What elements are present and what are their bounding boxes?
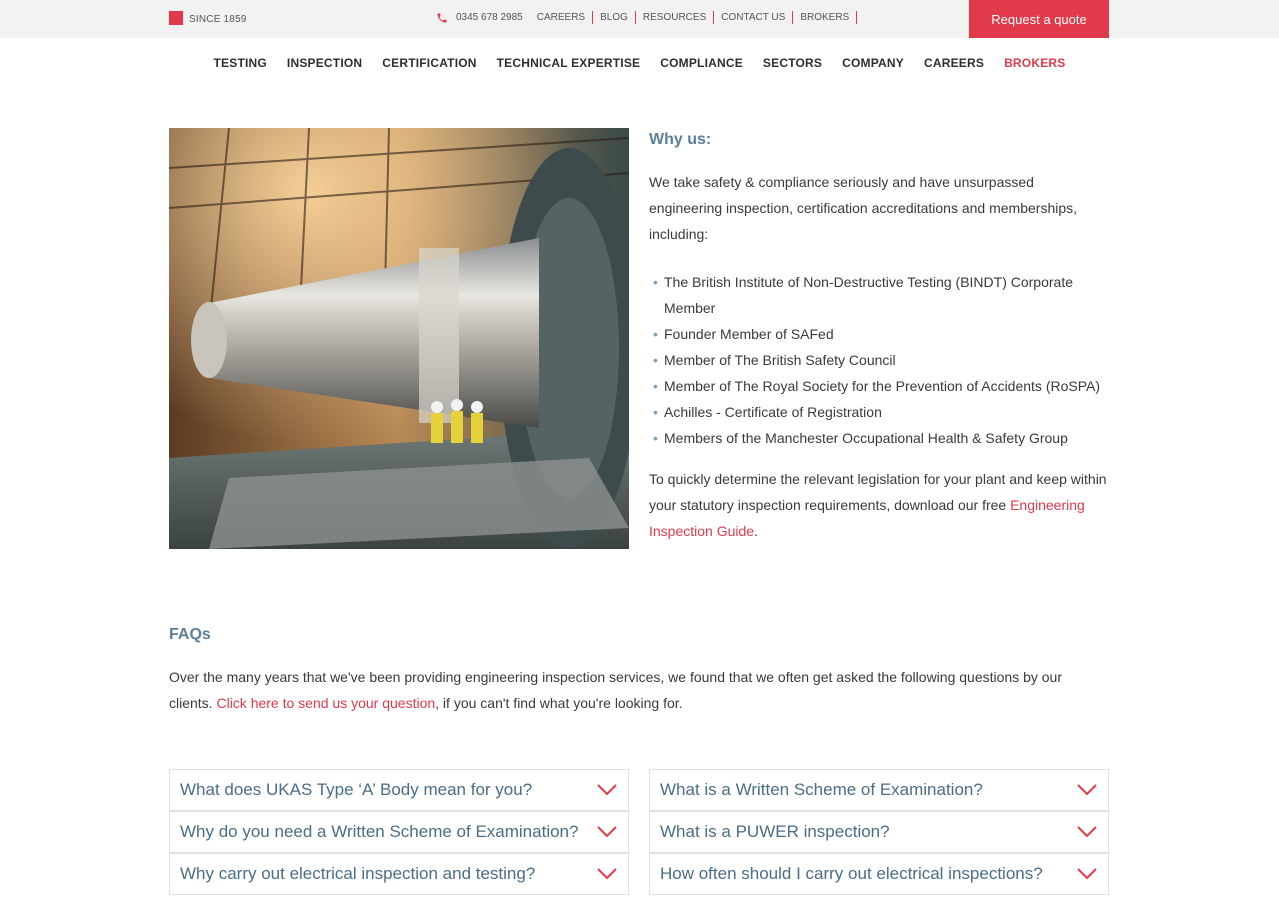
- request-quote-button[interactable]: Request a quote: [969, 0, 1109, 38]
- faq-question: What does UKAS Type ‘A’ Body mean for yo…: [180, 780, 533, 799]
- why-us-heading: Why us:: [649, 131, 712, 148]
- phone-link[interactable]: 0345 678 2985: [436, 12, 523, 24]
- faq-item-why-written-scheme[interactable]: Why do you need a Written Scheme of Exam…: [169, 811, 629, 853]
- send-question-link[interactable]: Click here to send us your question: [216, 695, 435, 711]
- faq-question: What is a PUWER inspection?: [660, 822, 890, 841]
- faq-question: How often should I carry out electrical …: [660, 864, 1043, 883]
- nav-item-company[interactable]: COMPANY: [842, 56, 904, 70]
- why-us-intro: We take safety & compliance seriously an…: [649, 174, 1078, 242]
- main-nav: TESTING INSPECTION CERTIFICATION TECHNIC…: [0, 56, 1279, 70]
- faq-item-electrical-frequency[interactable]: How often should I carry out electrical …: [649, 853, 1109, 895]
- top-utility-bar: SINCE 1859 0345 678 2985 CAREERS BLOG RE…: [0, 0, 1279, 38]
- memberships-list: The British Institute of Non-Destructive…: [649, 269, 1109, 451]
- util-link-contact-us[interactable]: CONTACT US: [714, 11, 794, 24]
- nav-item-sectors[interactable]: SECTORS: [763, 56, 822, 70]
- utility-links: 0345 678 2985 CAREERS BLOG RESOURCES CON…: [436, 11, 858, 24]
- faqs-heading: FAQs: [169, 626, 211, 643]
- faq-item-puwer[interactable]: What is a PUWER inspection?: [649, 811, 1109, 853]
- chevron-down-icon: [597, 826, 617, 838]
- nav-item-testing[interactable]: TESTING: [214, 56, 267, 70]
- faq-question: What is a Written Scheme of Examination?: [660, 780, 983, 799]
- list-item: Founder Member of SAFed: [649, 321, 1109, 347]
- why-us-section: Why us: We take safety & compliance seri…: [649, 128, 1109, 544]
- faq-question: Why carry out electrical inspection and …: [180, 864, 536, 883]
- faqs-section: FAQs Over the many years that we've been…: [169, 626, 1109, 716]
- brand-logo[interactable]: SINCE 1859: [169, 10, 247, 25]
- why-us-outro-end: .: [754, 523, 758, 539]
- phone-icon: [437, 13, 447, 22]
- hero-image: [169, 128, 629, 549]
- brand-since: SINCE 1859: [189, 14, 247, 25]
- faq-item-electrical-testing[interactable]: Why carry out electrical inspection and …: [169, 853, 629, 895]
- faqs-intro-end: , if you can't find what you're looking …: [435, 695, 683, 711]
- list-item: Members of the Manchester Occupational H…: [649, 425, 1109, 451]
- faq-accordion: What does UKAS Type ‘A’ Body mean for yo…: [169, 769, 1109, 895]
- faq-item-ukas-type-a[interactable]: What does UKAS Type ‘A’ Body mean for yo…: [169, 769, 629, 811]
- list-item: Member of The British Safety Council: [649, 347, 1109, 373]
- chevron-down-icon: [1077, 826, 1097, 838]
- phone-number: 0345 678 2985: [456, 12, 523, 23]
- chevron-down-icon: [597, 868, 617, 880]
- nav-item-compliance[interactable]: COMPLIANCE: [660, 56, 743, 70]
- faq-question: Why do you need a Written Scheme of Exam…: [180, 822, 579, 841]
- faq-item-written-scheme[interactable]: What is a Written Scheme of Examination?: [649, 769, 1109, 811]
- chevron-down-icon: [597, 784, 617, 796]
- industrial-roller-illustration: [169, 128, 629, 549]
- faqs-intro: Over the many years that we've been prov…: [169, 664, 1109, 716]
- nav-item-technical-expertise[interactable]: TECHNICAL EXPERTISE: [497, 56, 641, 70]
- util-link-resources[interactable]: RESOURCES: [636, 11, 715, 24]
- chevron-down-icon: [1077, 784, 1097, 796]
- why-us-outro: To quickly determine the relevant legisl…: [649, 466, 1109, 544]
- util-link-blog[interactable]: BLOG: [593, 11, 636, 24]
- util-link-careers[interactable]: CAREERS: [537, 11, 594, 24]
- list-item: The British Institute of Non-Destructive…: [649, 269, 1109, 321]
- util-link-brokers[interactable]: BROKERS: [793, 11, 858, 24]
- nav-item-certification[interactable]: CERTIFICATION: [382, 56, 476, 70]
- nav-item-brokers[interactable]: BROKERS: [1004, 56, 1065, 70]
- chevron-down-icon: [1077, 868, 1097, 880]
- brand-mark-icon: [169, 10, 183, 25]
- list-item: Member of The Royal Society for the Prev…: [649, 373, 1109, 399]
- nav-item-inspection[interactable]: INSPECTION: [287, 56, 362, 70]
- list-item: Achilles - Certificate of Registration: [649, 399, 1109, 425]
- nav-item-careers[interactable]: CAREERS: [924, 56, 984, 70]
